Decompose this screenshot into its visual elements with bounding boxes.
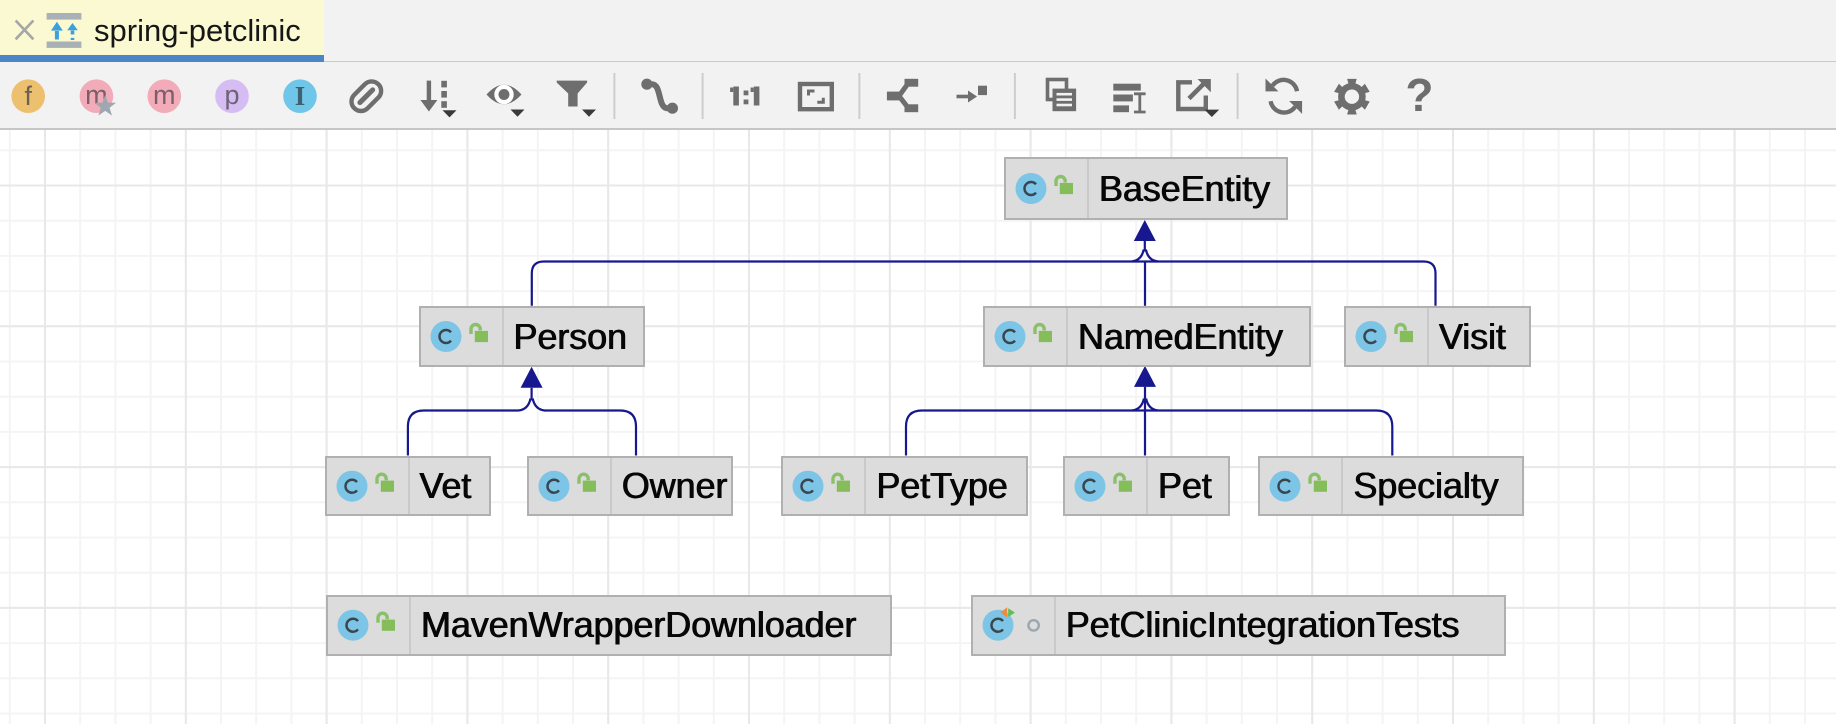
svg-text:f: f	[24, 81, 32, 111]
svg-text:m: m	[153, 80, 176, 110]
svg-text:I: I	[295, 81, 306, 111]
svg-text:p: p	[224, 80, 239, 110]
svg-text:?: ?	[1405, 69, 1433, 121]
